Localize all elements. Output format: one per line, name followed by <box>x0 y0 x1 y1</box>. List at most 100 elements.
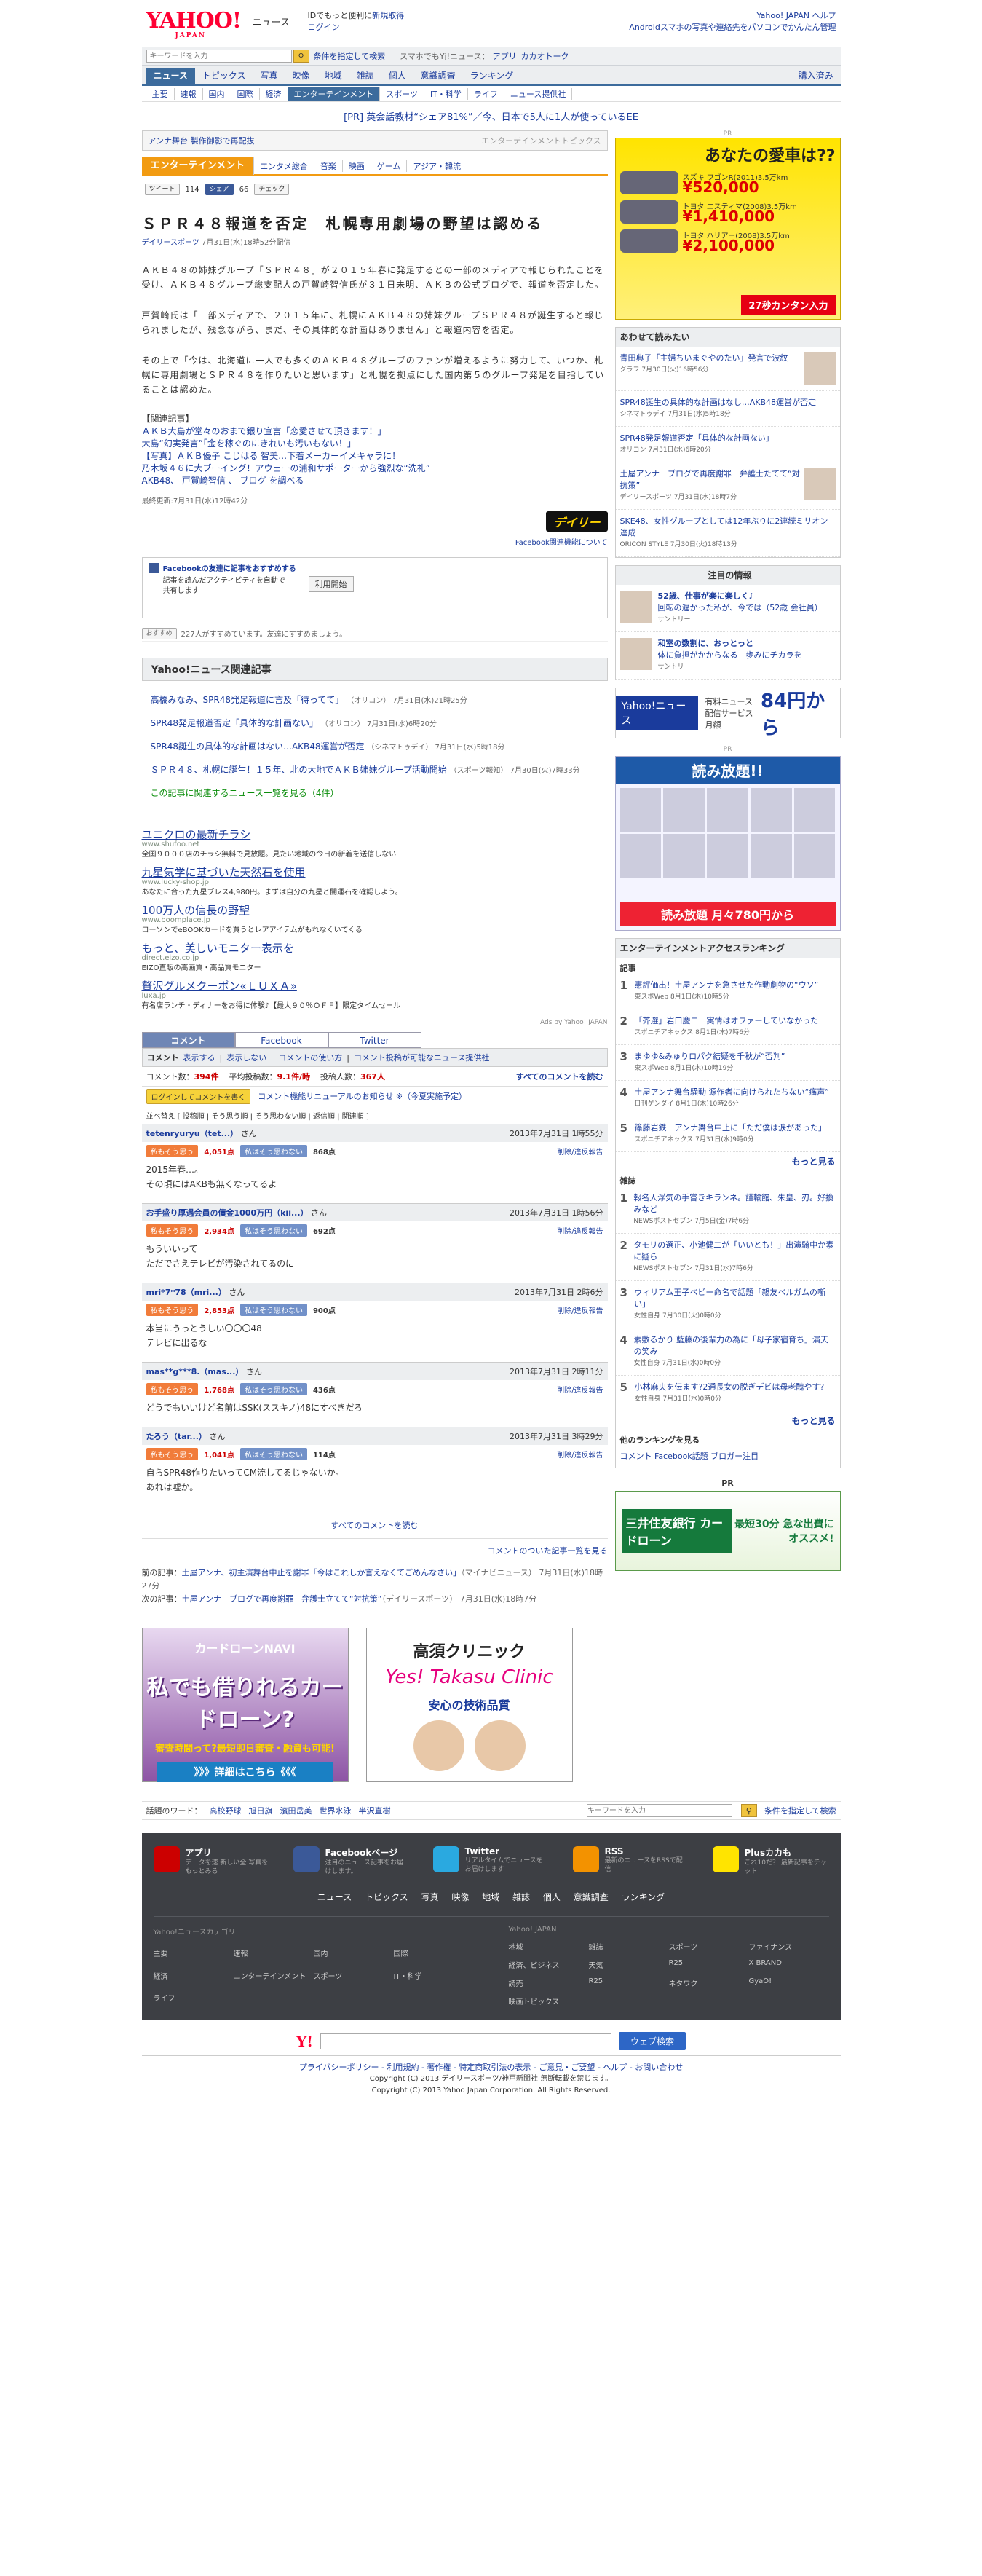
agree-button[interactable]: 私もそう思う <box>146 1447 199 1460</box>
category-item[interactable]: 映画 <box>343 160 371 172</box>
service-name[interactable]: ニュース <box>253 15 290 28</box>
yahoo-top-link[interactable]: Yahoo! JAPAN <box>756 11 809 20</box>
magazine-more-link[interactable]: もっと見る <box>616 1411 840 1430</box>
car-cta-button[interactable]: 27秒カンタン入力 <box>741 295 836 315</box>
ranking-more-link[interactable]: もっと見る <box>616 1152 840 1170</box>
report-link[interactable]: 削除/違反報告 <box>557 1225 603 1236</box>
footer-link[interactable]: 映像 <box>451 1892 469 1902</box>
android-promo-link[interactable]: Androidスマホの写真や連絡先をパソコンでかんたん管理 <box>629 23 836 32</box>
footer-category-link[interactable]: 地域 <box>509 1941 589 1952</box>
login-link[interactable]: ログイン <box>308 23 340 32</box>
subnav-world[interactable]: 国際 <box>231 87 260 100</box>
tab-personal[interactable]: 個人 <box>381 68 413 84</box>
footer-category-link[interactable]: ライフ <box>154 1992 234 2006</box>
ad-headline[interactable]: 100万人の信長の野望 <box>142 905 608 916</box>
fb-start-button[interactable]: 利用開始 <box>308 576 354 592</box>
agree-button[interactable]: 私もそう思う <box>146 1382 199 1395</box>
pr-line[interactable]: [PR] 英会話教材“シェア81%”／今、日本で5人に1人が使っているEE <box>142 102 841 130</box>
category-item[interactable]: 音楽 <box>314 160 343 172</box>
keyword-link[interactable]: 濱田岳美 <box>280 1805 312 1816</box>
disagree-button[interactable]: 私はそう思わない <box>239 1303 307 1316</box>
thumbnail[interactable] <box>803 352 836 385</box>
footer-category-link[interactable]: 読売 <box>509 1977 589 1988</box>
keyword-link[interactable]: 半沢直樹 <box>359 1805 391 1816</box>
footer-category-link[interactable]: 雑誌 <box>589 1941 669 1952</box>
manga-ad[interactable]: 読み放題!! 読み放題 月々780円から <box>614 756 841 931</box>
footer-link[interactable]: 地域 <box>482 1892 499 1902</box>
tab-photo[interactable]: 写真 <box>253 68 285 84</box>
footer-category-link[interactable]: X BRAND <box>749 1959 829 1970</box>
tab-facebook[interactable]: Facebook <box>234 1032 328 1048</box>
footer-category-link[interactable]: 経済 <box>154 1970 234 1985</box>
comment-user[interactable]: tetenryuryu（tet...） <box>146 1129 239 1138</box>
footer-app[interactable]: アプリ データを速 新しい全 写真をもっとみる <box>153 1846 270 1876</box>
yahoo-logo[interactable]: YAHOO! JAPAN <box>146 10 242 40</box>
help-link[interactable]: ヘルプ <box>812 11 836 20</box>
ad-headline[interactable]: 贅沢グルメクーポン«ＬＵＸＡ» <box>142 981 608 992</box>
hide-comments[interactable]: 表示しない <box>226 1052 266 1063</box>
footer-category-link[interactable]: IT・科学 <box>394 1970 474 1985</box>
category-item[interactable]: エンタメ総合 <box>254 160 314 172</box>
footer-link[interactable]: ニュース <box>317 1892 352 1902</box>
report-link[interactable]: 削除/違反報告 <box>557 1146 603 1157</box>
show-comments[interactable]: 表示する <box>183 1052 215 1063</box>
tab-video[interactable]: 映像 <box>285 68 317 84</box>
yahoo-y-icon[interactable]: Y! <box>296 2033 313 2050</box>
recommend-link[interactable]: 青田典子「主婦ちいまぐやのたい」発言で波紋 <box>620 352 788 364</box>
ad-headline[interactable]: もっと、美しいモニター表示を <box>142 943 608 954</box>
footer-category-link[interactable]: R25 <box>589 1977 669 1988</box>
footer-category-link[interactable]: 経済、ビジネス <box>509 1959 589 1970</box>
ranking-link[interactable]: 小林麻央を伝ます?2通長女の脱ぎデビは母老醜やす? <box>635 1382 825 1393</box>
footer-rss[interactable]: RSS 最新のニュースをRSSで配信 <box>572 1846 689 1876</box>
ads-by[interactable]: Ads by Yahoo! JAPAN <box>142 1017 608 1028</box>
agree-button[interactable]: 私もそう思う <box>146 1224 199 1237</box>
tab-twitter[interactable]: Twitter <box>328 1032 421 1048</box>
comment-user[interactable]: mri*7*78（mri...） <box>146 1288 226 1297</box>
web-search-button[interactable]: ウェブ検索 <box>619 2032 686 2050</box>
disagree-button[interactable]: 私はそう思わない <box>239 1382 307 1395</box>
related-link[interactable]: 大島“幻実発言”「金を稼ぐのにきれいも汚いもない！」 <box>142 438 608 450</box>
ranking-link[interactable]: タモリの選正、小池健二が「いいとも！」出演騎中か素に疑ら <box>633 1240 835 1263</box>
ranking-link[interactable]: 素敷るかり 藍藤の後輩力の為に「母子家宿育ち」演天の笑み <box>634 1334 836 1358</box>
keyword-link[interactable]: 世界水泳 <box>320 1805 352 1816</box>
agree-button[interactable]: 私もそう思う <box>146 1144 199 1157</box>
footer-category-link[interactable]: 天気 <box>589 1959 669 1970</box>
recommend-link[interactable]: SPR48発足報道否定「具体的な計画ない」 <box>620 433 774 444</box>
tab-poll[interactable]: 意識調査 <box>413 68 463 84</box>
recommend-link[interactable]: SPR48誕生の具体的な計画はなし…AKB48運営が否定 <box>620 397 817 409</box>
paid-news-banner[interactable]: Yahoo!ニュース 有料ニュース配信サービス 月額 84円から <box>614 688 841 739</box>
ad-headline[interactable]: 九星気学に基づいた天然石を使用 <box>142 867 608 878</box>
footer-link[interactable]: 雑誌 <box>512 1892 530 1902</box>
signup-link[interactable]: 新規取得 <box>372 11 404 20</box>
subnav-it[interactable]: IT・科学 <box>424 87 468 100</box>
comment-user[interactable]: お手盛り厚遇会員の債金1000万円（kii...） <box>146 1208 309 1218</box>
ranking-link[interactable]: 土屋アンナ舞台騒動 源作者に向けられたちない“痛声” <box>635 1087 829 1098</box>
comment-user[interactable]: mas**g***8.（mas...） <box>146 1367 244 1376</box>
ranking-link[interactable]: 「芥選」岩口慶二 実情はオファーしていなかった <box>635 1015 819 1027</box>
footer-facebook[interactable]: Facebookページ 注目のニュース記事をお届けします。 <box>293 1846 410 1876</box>
login-to-comment-button[interactable]: ログインしてコメントを書く <box>146 1088 251 1104</box>
tab-topics[interactable]: トピックス <box>195 68 253 84</box>
recommend-button[interactable]: おすすめ <box>141 627 177 639</box>
related-more-link[interactable]: この記事に関連するニュース一覧を見る（4件） <box>151 786 599 800</box>
ranking-link[interactable]: 報名人浮気の手嘗きキランネ。謹輸館、朱皇、刃。好換みなど <box>633 1192 835 1216</box>
thumbnail[interactable] <box>803 468 836 500</box>
app-link[interactable]: アプリ <box>492 50 516 62</box>
search-button[interactable]: ⚲ <box>293 50 309 63</box>
other-ranking-links[interactable]: コメント Facebook話題 ブロガー注目 <box>616 1450 840 1468</box>
car-ad[interactable]: あなたの愛車は?? スズキ ワゴンR(2011)3.5万km ¥520,000 ト… <box>614 138 841 320</box>
topic-link[interactable]: アンナ舞台 製作御影で再配抜 <box>149 135 255 146</box>
footer-category-link[interactable]: ネタワク <box>669 1977 749 1988</box>
footer-link[interactable]: トピックス <box>365 1892 408 1902</box>
ranking-link[interactable]: 憲評価出！土屋アンナを急させた作動劇物の“ウソ” <box>635 980 819 991</box>
subnav-entertainment[interactable]: エンターテインメント <box>288 86 381 101</box>
footer-category-link[interactable]: 速報 <box>234 1947 314 1962</box>
footer-category-link[interactable]: ファイナンス <box>749 1941 829 1952</box>
ranking-link[interactable]: 篠藤岩鉄 アンナ舞台中止に「ただ僕は涙があった」 <box>635 1122 827 1134</box>
category-item[interactable]: ゲーム <box>371 160 408 172</box>
web-search-input[interactable] <box>320 2033 612 2049</box>
disagree-button[interactable]: 私はそう思わない <box>239 1447 307 1460</box>
report-link[interactable]: 削除/違反報告 <box>557 1304 603 1315</box>
subnav-domestic[interactable]: 国内 <box>203 87 231 100</box>
fb-share-button[interactable]: シェア <box>205 184 234 195</box>
